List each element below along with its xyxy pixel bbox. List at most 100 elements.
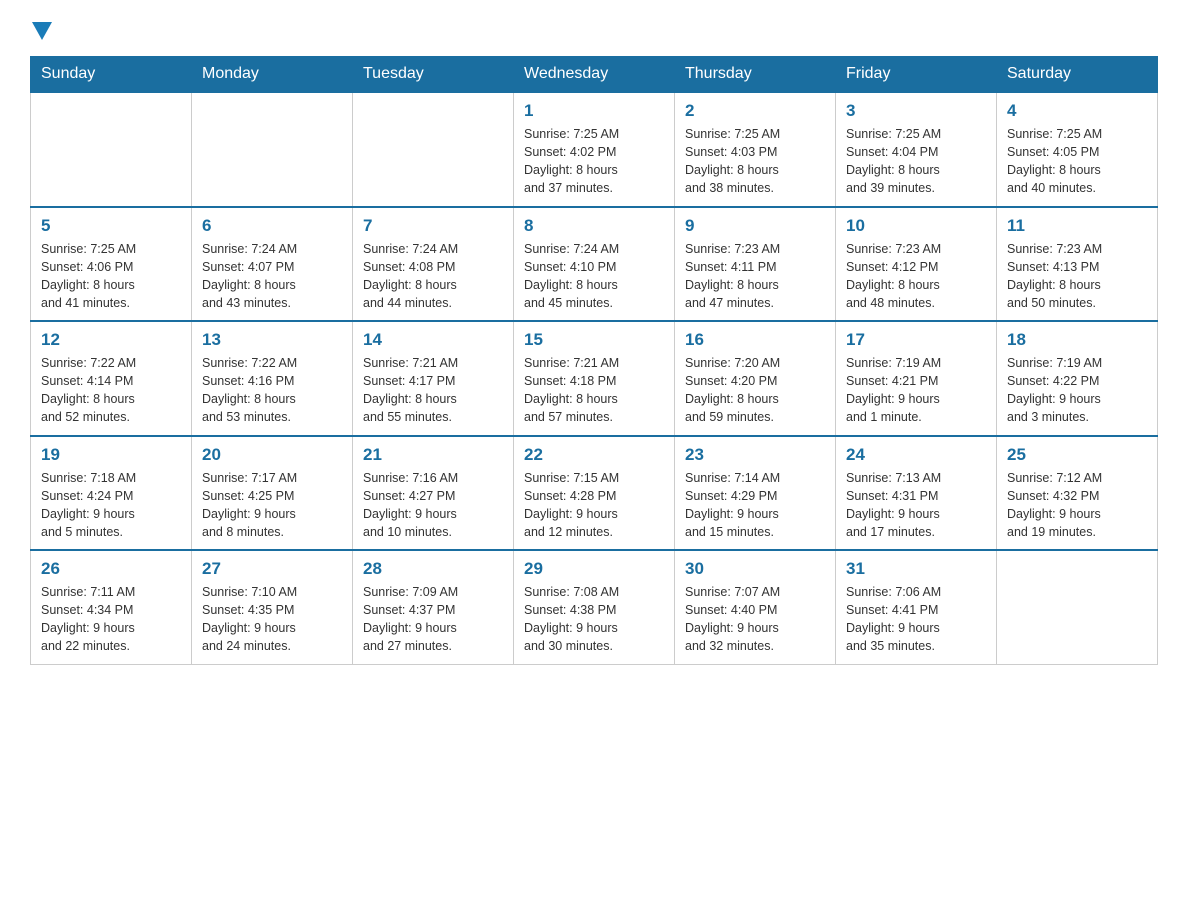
day-info: Sunrise: 7:10 AM Sunset: 4:35 PM Dayligh…: [202, 583, 342, 656]
weekday-header-sunday: Sunday: [31, 57, 192, 93]
day-number: 26: [41, 559, 181, 579]
day-info: Sunrise: 7:25 AM Sunset: 4:02 PM Dayligh…: [524, 125, 664, 198]
weekday-header-row: SundayMondayTuesdayWednesdayThursdayFrid…: [31, 57, 1158, 93]
day-info: Sunrise: 7:17 AM Sunset: 4:25 PM Dayligh…: [202, 469, 342, 542]
day-info: Sunrise: 7:25 AM Sunset: 4:06 PM Dayligh…: [41, 240, 181, 313]
day-number: 22: [524, 445, 664, 465]
day-info: Sunrise: 7:14 AM Sunset: 4:29 PM Dayligh…: [685, 469, 825, 542]
calendar-day-cell: 2Sunrise: 7:25 AM Sunset: 4:03 PM Daylig…: [675, 92, 836, 207]
calendar-day-cell: 21 Sunrise: 7:16 AM Sunset: 4:27 PM Dayli…: [353, 436, 514, 551]
calendar-day-cell: 19 Sunrise: 7:18 AM Sunset: 4:24 PM Dayli…: [31, 436, 192, 551]
day-number: 2: [685, 101, 825, 121]
day-info: Sunrise: 7:11 AM Sunset: 4:34 PM Dayligh…: [41, 583, 181, 656]
weekday-header-monday: Monday: [192, 57, 353, 93]
day-number: 17: [846, 330, 986, 350]
day-info: Sunrise: 7:06 AM Sunset: 4:41 PM Dayligh…: [846, 583, 986, 656]
calendar-day-cell: 17 Sunrise: 7:19 AM Sunset: 4:21 PM Dayli…: [836, 321, 997, 436]
calendar-day-cell: 15 Sunrise: 7:21 AM Sunset: 4:18 PM Dayli…: [514, 321, 675, 436]
day-number: 5: [41, 216, 181, 236]
day-info: Sunrise: 7:22 AM Sunset: 4:14 PM Dayligh…: [41, 354, 181, 427]
day-number: 20: [202, 445, 342, 465]
calendar-day-cell: 31 Sunrise: 7:06 AM Sunset: 4:41 PM Dayli…: [836, 550, 997, 664]
logo-triangle-icon: [32, 22, 52, 40]
day-info: Sunrise: 7:18 AM Sunset: 4:24 PM Dayligh…: [41, 469, 181, 542]
day-number: 10: [846, 216, 986, 236]
day-number: 29: [524, 559, 664, 579]
day-info: Sunrise: 7:20 AM Sunset: 4:20 PM Dayligh…: [685, 354, 825, 427]
calendar-week-row: 19 Sunrise: 7:18 AM Sunset: 4:24 PM Dayli…: [31, 436, 1158, 551]
day-info: Sunrise: 7:23 AM Sunset: 4:11 PM Dayligh…: [685, 240, 825, 313]
day-number: 6: [202, 216, 342, 236]
calendar-day-cell: 5 Sunrise: 7:25 AM Sunset: 4:06 PM Daylig…: [31, 207, 192, 322]
calendar-day-cell: 3 Sunrise: 7:25 AM Sunset: 4:04 PM Daylig…: [836, 92, 997, 207]
calendar-day-cell: 4 Sunrise: 7:25 AM Sunset: 4:05 PM Daylig…: [997, 92, 1158, 207]
calendar-day-cell: 11 Sunrise: 7:23 AM Sunset: 4:13 PM Dayli…: [997, 207, 1158, 322]
calendar-day-cell: 13 Sunrise: 7:22 AM Sunset: 4:16 PM Dayli…: [192, 321, 353, 436]
day-number: 28: [363, 559, 503, 579]
calendar-week-row: 26 Sunrise: 7:11 AM Sunset: 4:34 PM Dayli…: [31, 550, 1158, 664]
day-info: Sunrise: 7:25 AM Sunset: 4:05 PM Dayligh…: [1007, 125, 1147, 198]
calendar-day-cell: 7Sunrise: 7:24 AM Sunset: 4:08 PM Daylig…: [353, 207, 514, 322]
calendar-day-cell: 16Sunrise: 7:20 AM Sunset: 4:20 PM Dayli…: [675, 321, 836, 436]
calendar-day-cell: 28 Sunrise: 7:09 AM Sunset: 4:37 PM Dayli…: [353, 550, 514, 664]
day-number: 21: [363, 445, 503, 465]
day-number: 25: [1007, 445, 1147, 465]
calendar-day-cell: 8Sunrise: 7:24 AM Sunset: 4:10 PM Daylig…: [514, 207, 675, 322]
day-number: 11: [1007, 216, 1147, 236]
day-info: Sunrise: 7:13 AM Sunset: 4:31 PM Dayligh…: [846, 469, 986, 542]
day-info: Sunrise: 7:21 AM Sunset: 4:17 PM Dayligh…: [363, 354, 503, 427]
calendar-day-cell: 26 Sunrise: 7:11 AM Sunset: 4:34 PM Dayli…: [31, 550, 192, 664]
calendar-day-cell: 12Sunrise: 7:22 AM Sunset: 4:14 PM Dayli…: [31, 321, 192, 436]
calendar-day-cell: [353, 92, 514, 207]
calendar-week-row: 1Sunrise: 7:25 AM Sunset: 4:02 PM Daylig…: [31, 92, 1158, 207]
calendar-day-cell: [997, 550, 1158, 664]
calendar-day-cell: 22 Sunrise: 7:15 AM Sunset: 4:28 PM Dayli…: [514, 436, 675, 551]
day-info: Sunrise: 7:24 AM Sunset: 4:08 PM Dayligh…: [363, 240, 503, 313]
weekday-header-saturday: Saturday: [997, 57, 1158, 93]
calendar-day-cell: 6 Sunrise: 7:24 AM Sunset: 4:07 PM Daylig…: [192, 207, 353, 322]
day-info: Sunrise: 7:24 AM Sunset: 4:07 PM Dayligh…: [202, 240, 342, 313]
day-number: 9: [685, 216, 825, 236]
day-info: Sunrise: 7:07 AM Sunset: 4:40 PM Dayligh…: [685, 583, 825, 656]
calendar-day-cell: 25 Sunrise: 7:12 AM Sunset: 4:32 PM Dayli…: [997, 436, 1158, 551]
day-number: 19: [41, 445, 181, 465]
day-number: 8: [524, 216, 664, 236]
calendar-day-cell: 18Sunrise: 7:19 AM Sunset: 4:22 PM Dayli…: [997, 321, 1158, 436]
day-info: Sunrise: 7:23 AM Sunset: 4:13 PM Dayligh…: [1007, 240, 1147, 313]
logo: [30, 20, 54, 38]
day-number: 23: [685, 445, 825, 465]
day-info: Sunrise: 7:23 AM Sunset: 4:12 PM Dayligh…: [846, 240, 986, 313]
day-info: Sunrise: 7:22 AM Sunset: 4:16 PM Dayligh…: [202, 354, 342, 427]
calendar-day-cell: 9 Sunrise: 7:23 AM Sunset: 4:11 PM Daylig…: [675, 207, 836, 322]
day-info: Sunrise: 7:21 AM Sunset: 4:18 PM Dayligh…: [524, 354, 664, 427]
day-info: Sunrise: 7:16 AM Sunset: 4:27 PM Dayligh…: [363, 469, 503, 542]
weekday-header-tuesday: Tuesday: [353, 57, 514, 93]
calendar-day-cell: 24 Sunrise: 7:13 AM Sunset: 4:31 PM Dayli…: [836, 436, 997, 551]
day-info: Sunrise: 7:08 AM Sunset: 4:38 PM Dayligh…: [524, 583, 664, 656]
day-number: 30: [685, 559, 825, 579]
calendar-week-row: 12Sunrise: 7:22 AM Sunset: 4:14 PM Dayli…: [31, 321, 1158, 436]
day-number: 31: [846, 559, 986, 579]
day-info: Sunrise: 7:19 AM Sunset: 4:21 PM Dayligh…: [846, 354, 986, 427]
day-number: 4: [1007, 101, 1147, 121]
calendar-day-cell: [192, 92, 353, 207]
day-number: 3: [846, 101, 986, 121]
page-header: [30, 20, 1158, 38]
day-number: 13: [202, 330, 342, 350]
day-number: 24: [846, 445, 986, 465]
day-number: 27: [202, 559, 342, 579]
calendar-week-row: 5 Sunrise: 7:25 AM Sunset: 4:06 PM Daylig…: [31, 207, 1158, 322]
day-info: Sunrise: 7:12 AM Sunset: 4:32 PM Dayligh…: [1007, 469, 1147, 542]
day-info: Sunrise: 7:15 AM Sunset: 4:28 PM Dayligh…: [524, 469, 664, 542]
calendar-day-cell: 10 Sunrise: 7:23 AM Sunset: 4:12 PM Dayli…: [836, 207, 997, 322]
day-info: Sunrise: 7:25 AM Sunset: 4:04 PM Dayligh…: [846, 125, 986, 198]
weekday-header-wednesday: Wednesday: [514, 57, 675, 93]
calendar-day-cell: [31, 92, 192, 207]
calendar-table: SundayMondayTuesdayWednesdayThursdayFrid…: [30, 56, 1158, 665]
weekday-header-friday: Friday: [836, 57, 997, 93]
day-info: Sunrise: 7:09 AM Sunset: 4:37 PM Dayligh…: [363, 583, 503, 656]
calendar-day-cell: 1Sunrise: 7:25 AM Sunset: 4:02 PM Daylig…: [514, 92, 675, 207]
calendar-day-cell: 29 Sunrise: 7:08 AM Sunset: 4:38 PM Dayli…: [514, 550, 675, 664]
day-number: 18: [1007, 330, 1147, 350]
day-number: 15: [524, 330, 664, 350]
